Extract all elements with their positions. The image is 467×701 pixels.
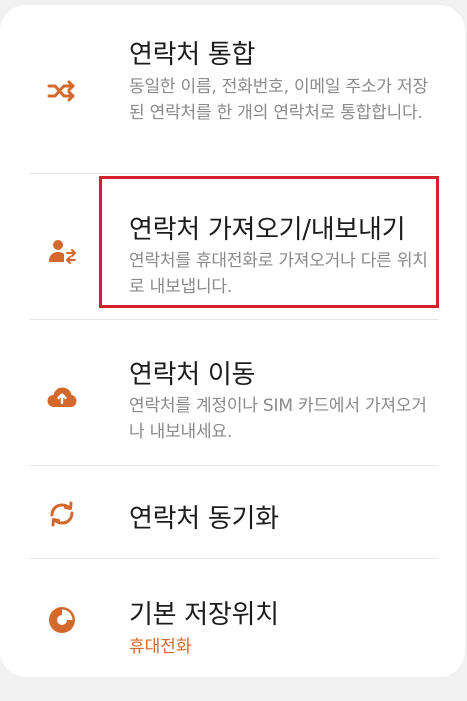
cloud-upload-icon (46, 382, 78, 414)
menu-item-description: 연락처를 휴대전화로 가져오거나 다른 위치로 내보냅니다. (129, 251, 428, 297)
import-export-contacts-icon (46, 236, 78, 268)
menu-item-title: 연락처 통합 (129, 40, 256, 70)
menu-item-import-export[interactable]: 연락처 가져오기/내보내기 연락처를 휴대전화로 가져오거나 다른 위치로 내보… (0, 174, 465, 319)
menu-item-description: 연락처를 계정이나 SIM 카드에서 가져오거나 내보내세요. (129, 396, 427, 442)
sync-icon (46, 498, 78, 530)
menu-item-move-contacts[interactable]: 연락처 이동 연락처를 계정이나 SIM 카드에서 가져오거나 내보내세요. (0, 320, 465, 465)
menu-item-description: 동일한 이름, 전화번호, 이메일 주소가 저장된 연락처를 한 개의 연락처로… (129, 77, 428, 123)
menu-item-merge-contacts[interactable]: 연락처 통합 동일한 이름, 전화번호, 이메일 주소가 저장된 연락처를 한 … (0, 5, 465, 173)
menu-item-title: 연락처 가져오기/내보내기 (129, 215, 406, 245)
storage-location-icon (46, 604, 78, 636)
menu-item-title: 연락처 이동 (129, 360, 256, 390)
menu-item-subtitle: 휴대전화 (129, 637, 192, 657)
menu-item-title: 연락처 동기화 (129, 504, 279, 534)
menu-item-default-storage[interactable]: 기본 저장위치 휴대전화 (0, 559, 465, 677)
menu-item-title: 기본 저장위치 (129, 600, 279, 630)
menu-item-sync-contacts[interactable]: 연락처 동기화 (0, 466, 465, 558)
settings-card: 연락처 통합 동일한 이름, 전화번호, 이메일 주소가 저장된 연락처를 한 … (0, 5, 465, 677)
merge-icon (46, 75, 78, 107)
